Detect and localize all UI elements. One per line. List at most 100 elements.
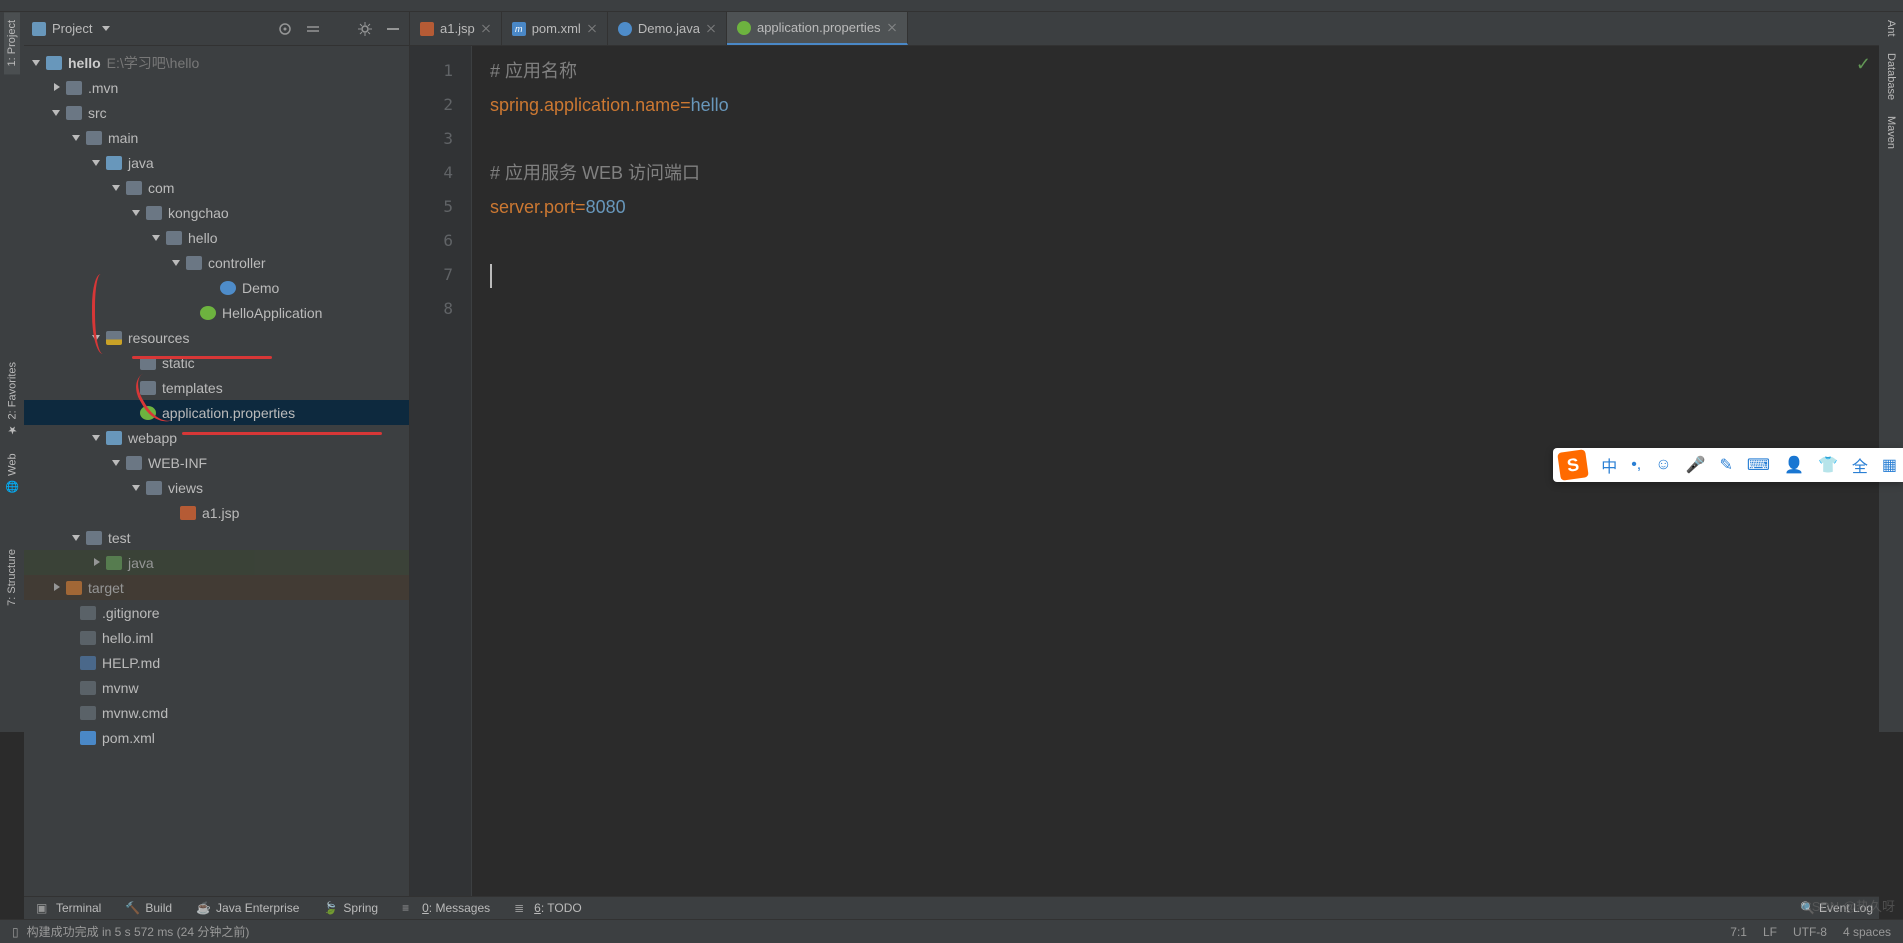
locate-icon[interactable] bbox=[277, 21, 293, 37]
sogou-emoji-icon[interactable]: ☺ bbox=[1655, 456, 1671, 474]
line-number: 1 bbox=[410, 54, 471, 88]
project-title-text: Project bbox=[52, 21, 92, 36]
code-value: 8080 bbox=[586, 197, 626, 217]
bottom-javaee[interactable]: ☕Java Enterprise bbox=[196, 901, 299, 915]
bottom-spring[interactable]: 🍃Spring bbox=[323, 901, 378, 915]
close-icon[interactable] bbox=[587, 24, 597, 34]
sogou-mic-icon[interactable]: 🎤 bbox=[1686, 455, 1706, 475]
status-indent[interactable]: 4 spaces bbox=[1843, 925, 1891, 939]
project-header: Project bbox=[24, 12, 409, 46]
tree-webinf[interactable]: WEB-INF bbox=[24, 450, 409, 475]
bottom-build[interactable]: 🔨Build bbox=[125, 901, 172, 915]
status-line-sep[interactable]: LF bbox=[1763, 925, 1777, 939]
tool-project[interactable]: 1: Project bbox=[4, 12, 20, 74]
bottom-todo[interactable]: ≣6: TODO bbox=[514, 901, 582, 915]
tool-ant[interactable]: Ant bbox=[1883, 12, 1899, 45]
tab-bar: a1.jsp mpom.xml Demo.java application.pr… bbox=[410, 12, 1879, 46]
sogou-grid-icon[interactable]: ▦ bbox=[1882, 455, 1897, 475]
status-position[interactable]: 7:1 bbox=[1730, 925, 1747, 939]
tool-maven[interactable]: Maven bbox=[1883, 108, 1899, 157]
tree-kongchao[interactable]: kongchao bbox=[24, 200, 409, 225]
hammer-icon: 🔨 bbox=[125, 901, 139, 915]
code-key: server.port bbox=[490, 197, 575, 217]
tool-web[interactable]: 🌐Web bbox=[4, 445, 21, 501]
tree-mvnw[interactable]: mvnw bbox=[24, 675, 409, 700]
sogou-logo-icon[interactable]: S bbox=[1557, 449, 1589, 481]
tree-helloiml[interactable]: hello.iml bbox=[24, 625, 409, 650]
tree-hello-pkg[interactable]: hello bbox=[24, 225, 409, 250]
tab-demo[interactable]: Demo.java bbox=[608, 12, 727, 45]
line-number: 3 bbox=[410, 122, 471, 156]
tree-resources[interactable]: resources bbox=[24, 325, 409, 350]
minimize-icon[interactable] bbox=[385, 21, 401, 37]
tree-java[interactable]: java bbox=[24, 150, 409, 175]
tab-app-props[interactable]: application.properties bbox=[727, 12, 908, 45]
bottom-messages[interactable]: ≡0: Messages bbox=[402, 901, 490, 915]
tree-mvnwcmd[interactable]: mvnw.cmd bbox=[24, 700, 409, 725]
close-icon[interactable] bbox=[887, 23, 897, 33]
messages-icon: ≡ bbox=[402, 901, 416, 915]
close-icon[interactable] bbox=[481, 24, 491, 34]
tree-gitignore[interactable]: .gitignore bbox=[24, 600, 409, 625]
tree-src[interactable]: src bbox=[24, 100, 409, 125]
gear-icon[interactable] bbox=[357, 21, 373, 37]
code-comment: # 应用服务 WEB 访问端口 bbox=[490, 163, 700, 183]
tree-pomxml[interactable]: pom.xml bbox=[24, 725, 409, 750]
line-number: 6 bbox=[410, 224, 471, 258]
tab-a1jsp[interactable]: a1.jsp bbox=[410, 12, 502, 45]
tree-root[interactable]: helloE:\学习吧\hello bbox=[24, 50, 409, 75]
tree-demo[interactable]: Demo bbox=[24, 275, 409, 300]
jsp-icon bbox=[420, 22, 434, 36]
sogou-lang[interactable]: 中 bbox=[1601, 453, 1617, 477]
sogou-keyboard-icon[interactable]: ⌨ bbox=[1747, 455, 1770, 475]
maven-icon: m bbox=[512, 22, 526, 36]
line-number: 2 bbox=[410, 88, 471, 122]
todo-icon: ≣ bbox=[514, 901, 528, 915]
tree-app-props[interactable]: application.properties bbox=[24, 400, 409, 425]
tool-structure[interactable]: 7: Structure bbox=[4, 541, 20, 614]
sogou-fullwidth[interactable]: 全 bbox=[1852, 453, 1868, 477]
project-icon bbox=[32, 22, 46, 36]
check-icon: ✓ bbox=[1856, 54, 1871, 75]
tree-a1jsp[interactable]: a1.jsp bbox=[24, 500, 409, 525]
status-encoding[interactable]: UTF-8 bbox=[1793, 925, 1827, 939]
code-key: spring.application.name bbox=[490, 95, 680, 115]
code-equals: = bbox=[575, 197, 586, 217]
right-tool-strip: Ant Database Maven bbox=[1879, 12, 1903, 732]
bottom-terminal[interactable]: ▣Terminal bbox=[36, 901, 101, 915]
sogou-user-icon[interactable]: 👤 bbox=[1784, 455, 1804, 475]
tree-webapp[interactable]: webapp bbox=[24, 425, 409, 450]
line-number: 4 bbox=[410, 156, 471, 190]
cursor bbox=[490, 264, 492, 288]
sogou-ime-toolbar[interactable]: S 中 •, ☺ 🎤 ✎ ⌨ 👤 👕 全 ▦ bbox=[1553, 448, 1903, 482]
bottom-tool-bar: ▣Terminal 🔨Build ☕Java Enterprise 🍃Sprin… bbox=[24, 896, 1879, 919]
tree-java2[interactable]: java bbox=[24, 550, 409, 575]
sogou-punct-icon[interactable]: •, bbox=[1631, 456, 1641, 474]
expand-all-icon[interactable] bbox=[305, 21, 321, 37]
class-icon bbox=[618, 22, 632, 36]
tool-database[interactable]: Database bbox=[1883, 45, 1899, 108]
tree-controller[interactable]: controller bbox=[24, 250, 409, 275]
sogou-brush-icon[interactable]: ✎ bbox=[1720, 455, 1733, 475]
tree-mvn[interactable]: .mvn bbox=[24, 75, 409, 100]
sogou-shirt-icon[interactable]: 👕 bbox=[1818, 455, 1838, 475]
tree-static[interactable]: static bbox=[24, 350, 409, 375]
code-comment: # 应用名称 bbox=[490, 61, 577, 81]
tree-test[interactable]: test bbox=[24, 525, 409, 550]
tree-hello-app[interactable]: HelloApplication bbox=[24, 300, 409, 325]
tree-com[interactable]: com bbox=[24, 175, 409, 200]
project-tree[interactable]: helloE:\学习吧\hello .mvn src main java com… bbox=[24, 46, 409, 896]
tree-views[interactable]: views bbox=[24, 475, 409, 500]
status-message: 构建成功完成 in 5 s 572 ms (24 分钟之前) bbox=[27, 923, 250, 940]
project-title-wrap[interactable]: Project bbox=[32, 21, 277, 36]
tree-target[interactable]: target bbox=[24, 575, 409, 600]
project-panel: Project helloE:\学习吧\hello .mvn src main … bbox=[24, 12, 410, 896]
tree-main[interactable]: main bbox=[24, 125, 409, 150]
close-icon[interactable] bbox=[706, 24, 716, 34]
tree-templates[interactable]: templates bbox=[24, 375, 409, 400]
watermark: CSDN @热久呀 bbox=[1802, 896, 1895, 915]
tool-favorites[interactable]: ★2: Favorites bbox=[4, 354, 21, 444]
tree-helpmd[interactable]: HELP.md bbox=[24, 650, 409, 675]
status-bar: ▯ 构建成功完成 in 5 s 572 ms (24 分钟之前) 7:1 LF … bbox=[0, 919, 1903, 943]
tab-pom[interactable]: mpom.xml bbox=[502, 12, 608, 45]
